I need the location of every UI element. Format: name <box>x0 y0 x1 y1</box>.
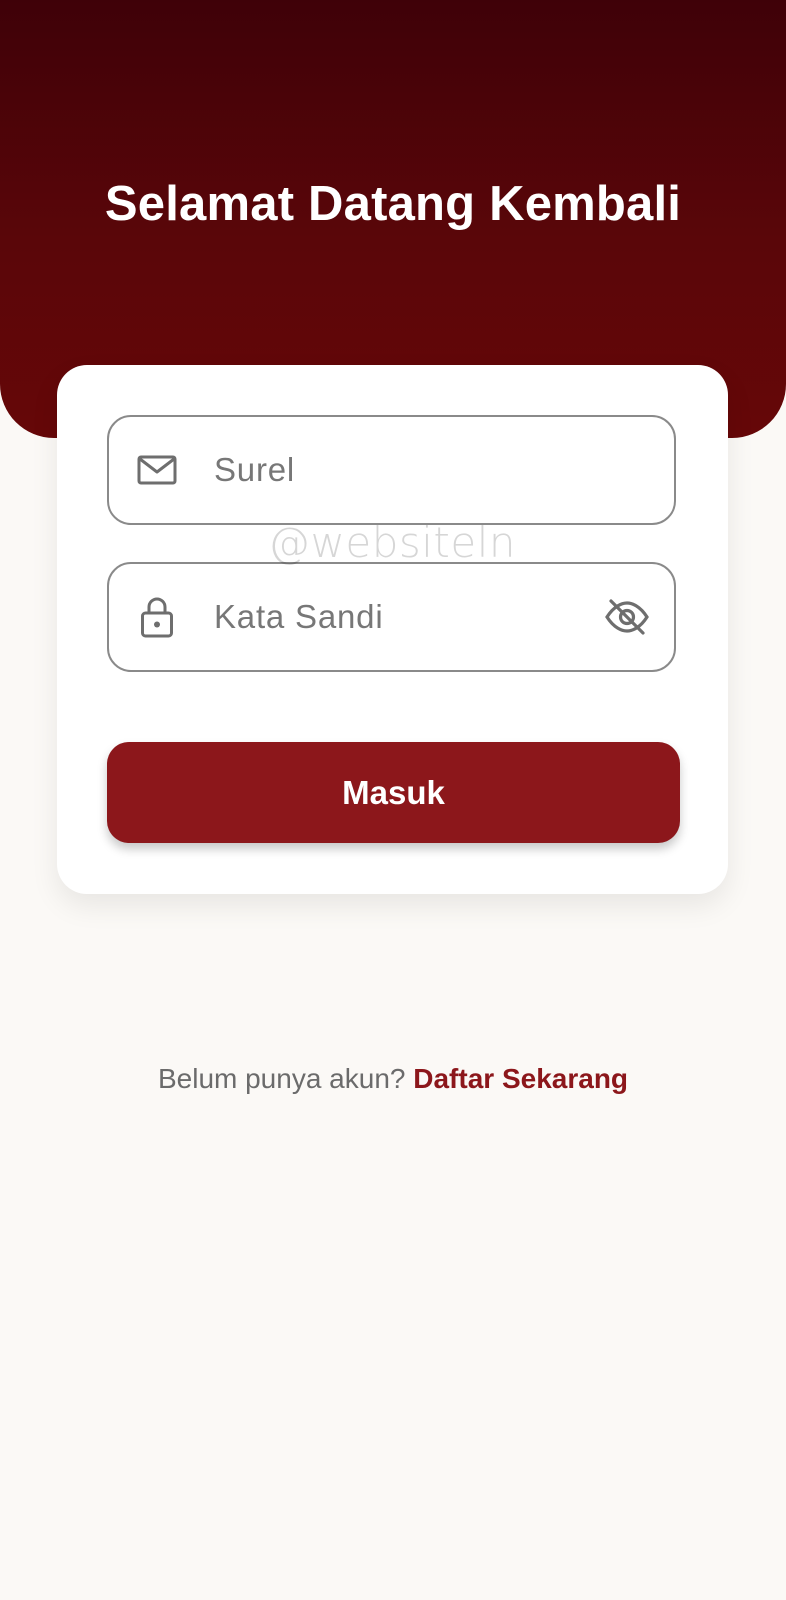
lock-icon <box>135 595 179 639</box>
email-field[interactable] <box>107 415 676 525</box>
register-prompt: Belum punya akun? Daftar Sekarang <box>0 1063 786 1095</box>
eye-off-icon[interactable] <box>602 592 652 642</box>
register-prompt-text: Belum punya akun? <box>157 1063 406 1094</box>
login-card: Masuk <box>57 365 728 894</box>
register-link[interactable]: Daftar Sekarang <box>413 1063 628 1094</box>
password-input[interactable] <box>214 564 574 670</box>
mail-icon <box>135 448 179 492</box>
password-field[interactable] <box>107 562 676 672</box>
page-title: Selamat Datang Kembali <box>104 177 682 231</box>
login-button[interactable]: Masuk <box>107 742 680 843</box>
email-input[interactable] <box>214 417 574 523</box>
